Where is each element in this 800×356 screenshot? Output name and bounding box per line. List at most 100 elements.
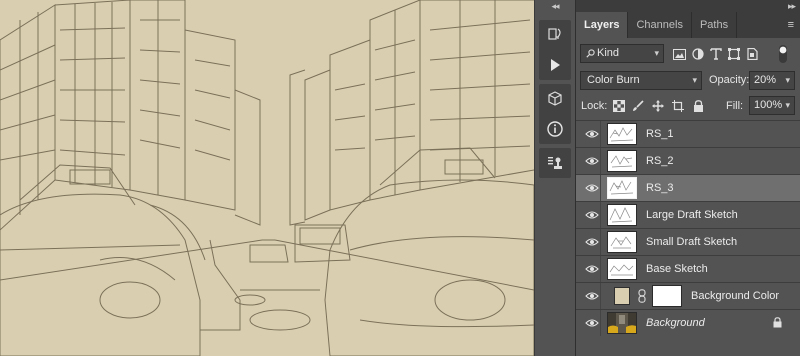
layer-row-background[interactable]: Background (576, 309, 800, 336)
layer-name[interactable]: Background (646, 310, 705, 336)
lock-position-button[interactable] (651, 99, 665, 113)
eye-icon[interactable] (585, 264, 599, 274)
fill-label: Fill: (726, 100, 744, 112)
fill-field[interactable]: 100% ▾ (749, 96, 795, 115)
row-divider (600, 202, 601, 228)
layer-name[interactable]: RS_1 (646, 121, 674, 147)
sketch-thumbnail-icon (610, 236, 632, 249)
filter-row: Kind ▾ (576, 44, 800, 64)
layer-name[interactable]: RS_3 (646, 175, 674, 201)
filter-adjustment-button[interactable] (691, 47, 705, 61)
eye-icon[interactable] (585, 183, 599, 193)
row-divider (600, 256, 601, 282)
filter-type-button[interactable] (709, 47, 723, 61)
info-properties-group (539, 84, 571, 144)
row-divider (600, 283, 601, 309)
sketch-thumbnail-icon (609, 207, 633, 223)
panel-menu-icon[interactable]: ≡ (788, 20, 794, 31)
filter-pixel-button[interactable] (672, 47, 686, 61)
stamp-icon (548, 157, 562, 169)
layer-row-small-draft-sketch[interactable]: Small Draft Sketch (576, 228, 800, 255)
layer-row-rs2[interactable]: RS_2 (576, 147, 800, 174)
cube-icon (548, 91, 562, 106)
layer-thumbnail[interactable] (607, 312, 637, 334)
clone-source-button[interactable] (539, 148, 571, 178)
layer-thumbnail[interactable] (607, 177, 637, 199)
lock-transparent-button[interactable] (612, 99, 626, 113)
layer-name[interactable]: Small Draft Sketch (646, 229, 737, 255)
document-canvas[interactable] (0, 0, 534, 356)
info-icon (547, 121, 563, 137)
photo-thumbnail-icon (608, 313, 636, 333)
play-icon (551, 59, 560, 71)
link-chain-icon[interactable] (638, 289, 646, 303)
history-actions-group (539, 20, 571, 80)
eye-icon[interactable] (585, 237, 599, 247)
brush-icon (633, 100, 644, 111)
chevron-down-icon: ▾ (785, 75, 790, 85)
tab-layers[interactable]: Layers (576, 12, 629, 38)
layer-thumbnail[interactable] (607, 258, 637, 280)
fill-value[interactable]: 100% (754, 99, 782, 111)
lock-row: Lock: Fill: 100% ▾ (576, 96, 800, 116)
layers-panel: ▸▸ Layers Channels Paths ≡ Kind ▾ Color … (575, 0, 800, 356)
move-icon (652, 100, 664, 112)
actions-play-button[interactable] (539, 50, 571, 80)
image-icon (672, 48, 686, 60)
eye-icon[interactable] (585, 129, 599, 139)
eye-icon[interactable] (585, 291, 599, 301)
blend-mode-value: Color Burn (587, 74, 640, 86)
blend-row: Color Burn ▾ Opacity: 20% ▾ (576, 71, 800, 91)
info-button[interactable] (539, 114, 571, 144)
filter-smart-object-button[interactable] (745, 47, 759, 61)
blend-mode-select[interactable]: Color Burn ▾ (580, 71, 702, 90)
search-icon (586, 49, 595, 58)
layer-thumbnail[interactable] (607, 123, 637, 145)
row-divider (600, 148, 601, 174)
layer-thumbnail[interactable] (607, 150, 637, 172)
filter-kind-select[interactable]: Kind ▾ (580, 44, 664, 63)
fill-color-swatch[interactable] (614, 287, 630, 305)
collapse-panel-icon[interactable]: ▸▸ (788, 0, 796, 12)
layer-name[interactable]: RS_2 (646, 148, 674, 174)
sketch-thumbnail-icon (610, 155, 633, 168)
history-button[interactable] (539, 20, 571, 50)
layer-thumbnail[interactable] (607, 204, 637, 226)
collapse-strip-icon[interactable]: ◂◂ (535, 1, 575, 11)
clone-source-group (539, 148, 571, 178)
eye-icon[interactable] (585, 156, 599, 166)
lock-artboard-button[interactable] (671, 99, 685, 113)
opacity-value[interactable]: 20% (754, 74, 776, 86)
eye-icon[interactable] (585, 210, 599, 220)
layer-name[interactable]: Large Draft Sketch (646, 202, 738, 228)
lock-icon[interactable] (773, 317, 782, 328)
filter-shape-button[interactable] (727, 47, 741, 61)
layer-row-large-draft-sketch[interactable]: Large Draft Sketch (576, 201, 800, 228)
layer-row-base-sketch[interactable]: Base Sketch (576, 255, 800, 282)
layer-name[interactable]: Background Color (691, 283, 779, 309)
opacity-label: Opacity: (709, 74, 750, 86)
lock-all-button[interactable] (691, 99, 705, 113)
opacity-field[interactable]: 20% ▾ (749, 71, 795, 90)
history-icon (548, 28, 561, 40)
panel-icon-strip: ◂◂ (534, 0, 575, 356)
eye-icon[interactable] (585, 318, 599, 328)
layer-row-background-color[interactable]: Background Color (576, 282, 800, 309)
filter-toggle[interactable] (772, 44, 794, 64)
layer-thumbnail[interactable] (607, 231, 637, 253)
adjustment-circle-icon (692, 48, 704, 60)
panel-topbar: ▸▸ (576, 0, 800, 12)
properties-button[interactable] (539, 84, 571, 114)
tab-paths[interactable]: Paths (692, 12, 738, 38)
row-divider (600, 310, 601, 336)
panel-tabs: Layers Channels Paths ≡ (576, 12, 800, 38)
lock-label: Lock: (581, 100, 608, 112)
tab-channels[interactable]: Channels (628, 12, 692, 38)
sketch-thumbnail-icon (609, 127, 634, 142)
layer-name[interactable]: Base Sketch (646, 256, 708, 282)
lock-pixels-button[interactable] (631, 99, 645, 113)
filter-kind-value: Kind (597, 47, 620, 59)
layer-mask-thumbnail[interactable] (652, 285, 682, 307)
layer-row-rs1[interactable]: RS_1 (576, 120, 800, 147)
layer-row-rs3[interactable]: RS_3 (576, 174, 800, 201)
